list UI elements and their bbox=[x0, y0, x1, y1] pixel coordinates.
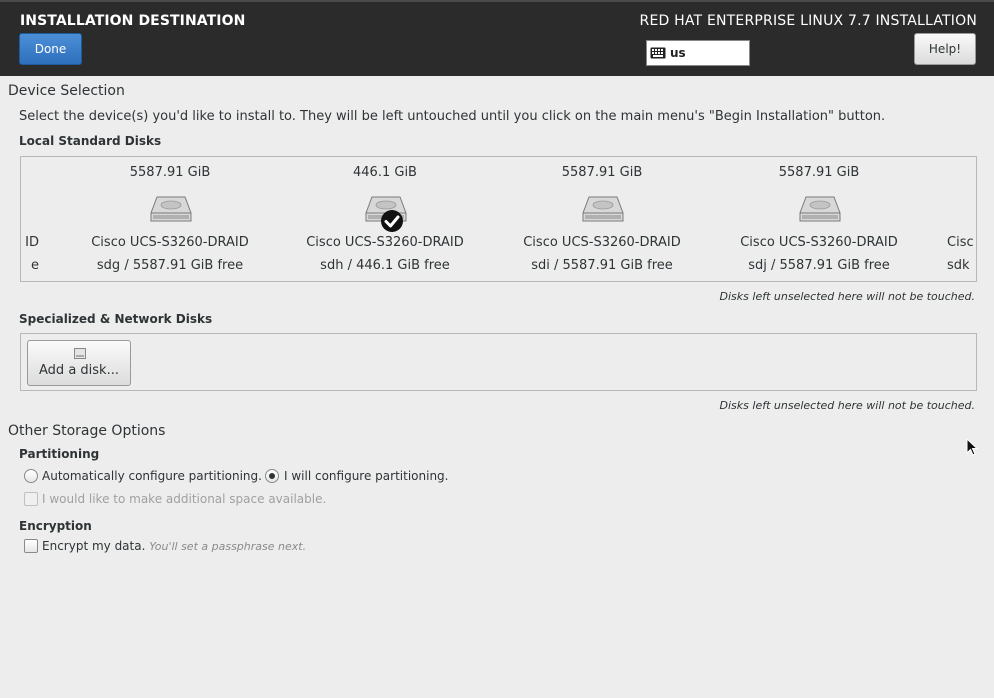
encryption-heading: Encryption bbox=[19, 519, 92, 533]
encrypt-checkbox[interactable] bbox=[24, 539, 38, 553]
hard-disk-icon bbox=[582, 196, 624, 222]
local-disks-heading: Local Standard Disks bbox=[19, 134, 162, 148]
disk-info: sdj / 5587.91 GiB free bbox=[748, 258, 890, 273]
local-disks-hint: Disks left unselected here will not be t… bbox=[719, 290, 975, 303]
manual-partitioning-radio[interactable] bbox=[265, 469, 279, 483]
specialized-disks-heading: Specialized & Network Disks bbox=[19, 312, 213, 326]
disk-info: sdg / 5587.91 GiB free bbox=[96, 258, 244, 273]
disk-model: Cisco UCS-S3260-DRAID bbox=[740, 235, 898, 250]
device-selection-instructions: Select the device(s) you'd like to insta… bbox=[19, 109, 886, 124]
specialized-disks-box: Add a disk... bbox=[20, 333, 977, 391]
disk-info: sdh / 446.1 GiB free bbox=[320, 258, 450, 273]
help-button[interactable]: Help! bbox=[914, 33, 976, 65]
main-content: Device Selection Select the device(s) yo… bbox=[2, 76, 992, 696]
additional-space-label: I would like to make additional space av… bbox=[42, 492, 327, 506]
disk-size: 5587.91 GiB bbox=[129, 165, 211, 180]
header-bar: INSTALLATION DESTINATION Done RED HAT EN… bbox=[0, 0, 994, 76]
disk-size: 5587.91 GiB bbox=[778, 165, 860, 180]
add-disk-button[interactable]: Add a disk... bbox=[27, 340, 131, 386]
encrypt-label[interactable]: Encrypt my data. You'll set a passphrase… bbox=[42, 539, 306, 553]
page-title: INSTALLATION DESTINATION bbox=[20, 13, 246, 29]
partitioning-heading: Partitioning bbox=[19, 447, 100, 461]
disk-item-sdg[interactable]: 5587.91 GiB Cisco UCS-S3260-DRAID sdg / … bbox=[65, 157, 275, 281]
disk-info: sdk bbox=[947, 258, 970, 273]
selected-check-icon bbox=[381, 210, 403, 232]
disk-item[interactable]: Cisc sdk bbox=[947, 157, 976, 281]
keyboard-layout-label: us bbox=[670, 46, 686, 60]
disk-item-sdi[interactable]: 5587.91 GiB Cisco UCS-S3260-DRAID sdi / … bbox=[497, 157, 707, 281]
add-disk-label: Add a disk... bbox=[39, 363, 119, 378]
disk-item[interactable]: ID e bbox=[21, 157, 39, 281]
additional-space-checkbox[interactable] bbox=[24, 492, 38, 506]
device-selection-heading: Device Selection bbox=[8, 83, 125, 99]
disk-model: Cisc bbox=[947, 235, 974, 250]
disk-item-sdj[interactable]: 5587.91 GiB Cisco UCS-S3260-DRAID sdj / … bbox=[714, 157, 924, 281]
keyboard-layout-indicator[interactable]: us bbox=[646, 40, 750, 66]
other-storage-heading: Other Storage Options bbox=[8, 423, 166, 439]
disk-model: Cisco UCS-S3260-DRAID bbox=[306, 235, 464, 250]
disk-info: e bbox=[31, 258, 39, 273]
keyboard-icon bbox=[650, 47, 666, 59]
disk-size: 446.1 GiB bbox=[353, 165, 417, 180]
hard-disk-icon bbox=[799, 196, 841, 222]
encrypt-note: You'll set a passphrase next. bbox=[149, 540, 307, 553]
local-disks-list[interactable]: ID e 5587.91 GiB Cisco UCS-S3260-DRAID s… bbox=[20, 156, 977, 282]
hard-disk-icon bbox=[150, 196, 192, 222]
product-title: RED HAT ENTERPRISE LINUX 7.7 INSTALLATIO… bbox=[639, 13, 977, 29]
disk-model: Cisco UCS-S3260-DRAID bbox=[523, 235, 681, 250]
encrypt-label-text: Encrypt my data. bbox=[42, 539, 146, 553]
disk-model: Cisco UCS-S3260-DRAID bbox=[91, 235, 249, 250]
manual-partitioning-label[interactable]: I will configure partitioning. bbox=[284, 469, 448, 483]
specialized-disks-hint: Disks left unselected here will not be t… bbox=[719, 399, 975, 412]
done-button[interactable]: Done bbox=[19, 33, 82, 65]
auto-partitioning-radio[interactable] bbox=[24, 469, 38, 483]
disk-info: sdi / 5587.91 GiB free bbox=[531, 258, 673, 273]
disk-add-icon bbox=[74, 348, 86, 359]
mouse-pointer-icon bbox=[966, 438, 978, 456]
disk-item-sdh[interactable]: 446.1 GiB Cisco UCS-S3260-DRAID sdh / 44… bbox=[280, 157, 490, 281]
auto-partitioning-label[interactable]: Automatically configure partitioning. bbox=[42, 469, 262, 483]
disk-size: 5587.91 GiB bbox=[561, 165, 643, 180]
disk-model: ID bbox=[25, 235, 39, 250]
